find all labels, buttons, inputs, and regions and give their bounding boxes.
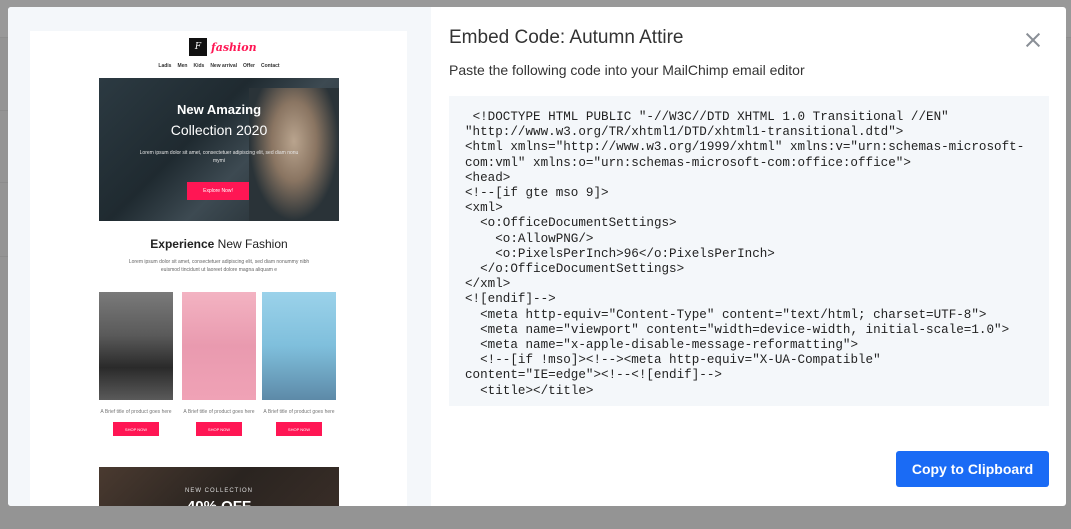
modal-instructions: Paste the following code into your MailC…: [449, 62, 805, 78]
embed-code-box[interactable]: <!DOCTYPE HTML PUBLIC "-//W3C//DTD XHTML…: [449, 96, 1049, 406]
product-image: [182, 292, 256, 400]
hero-subtitle: Collection 2020: [170, 122, 268, 138]
shop-now-button: SHOP NOW: [196, 422, 242, 436]
email-nav-item: New arrival: [210, 63, 237, 69]
email-hero: New Amazing Collection 2020 Lorem ipsum …: [99, 78, 339, 221]
banner-subtitle: NEW COLLECTION: [184, 488, 253, 494]
product-card: A Brief title of product goes here SHOP …: [182, 292, 256, 436]
product-card: A Brief title of product goes here SHOP …: [99, 292, 173, 436]
product-title: A Brief title of product goes here: [263, 409, 335, 415]
logo-mark-icon: F: [189, 38, 207, 56]
shop-now-button: SHOP NOW: [276, 422, 322, 436]
embed-code-text[interactable]: <!DOCTYPE HTML PUBLIC "-//W3C//DTD XHTML…: [465, 110, 1039, 399]
email-nav: Ladis Men Kids New arrival Offer Contact: [99, 63, 339, 69]
embed-code-modal: F fashion Ladis Men Kids New arrival Off…: [8, 7, 1066, 506]
product-card: A Brief title of product goes here SHOP …: [262, 292, 336, 436]
email-collection-banner: NEW COLLECTION 40% OFF: [99, 467, 339, 506]
product-image: [262, 292, 336, 400]
close-icon[interactable]: [1022, 29, 1044, 51]
email-logo: F fashion: [189, 38, 257, 56]
experience-heading-rest: New Fashion: [214, 237, 288, 251]
experience-heading: Experience New Fashion: [99, 237, 339, 251]
product-title: A Brief title of product goes here: [183, 409, 255, 415]
product-image: [99, 292, 173, 400]
copy-to-clipboard-button[interactable]: Copy to Clipboard: [896, 451, 1049, 487]
hero-explore-button: Explore Now!: [187, 182, 249, 200]
email-nav-item: Contact: [260, 63, 280, 69]
email-preview-pane: F fashion Ladis Men Kids New arrival Off…: [8, 7, 431, 506]
hero-title: New Amazing: [176, 102, 262, 117]
shop-now-button: SHOP NOW: [113, 422, 159, 436]
email-nav-item: Kids: [193, 63, 205, 69]
experience-heading-bold: Experience: [150, 237, 215, 251]
logo-text: fashion: [211, 40, 257, 54]
email-nav-item: Men: [177, 63, 188, 69]
email-preview-frame[interactable]: F fashion Ladis Men Kids New arrival Off…: [30, 31, 407, 506]
product-title: A Brief title of product goes here: [100, 409, 172, 415]
modal-title: Embed Code: Autumn Attire: [449, 27, 684, 48]
email-nav-item: Offer: [243, 63, 255, 69]
hero-text: Lorem ipsum dolor sit amet, consectetuer…: [139, 150, 299, 164]
banner-title: 40% OFF: [99, 498, 339, 506]
experience-text: Lorem ipsum dolor sit amet, consectetuer…: [128, 259, 310, 273]
email-template: F fashion Ladis Men Kids New arrival Off…: [99, 31, 339, 506]
email-nav-item: Ladis: [158, 63, 172, 69]
